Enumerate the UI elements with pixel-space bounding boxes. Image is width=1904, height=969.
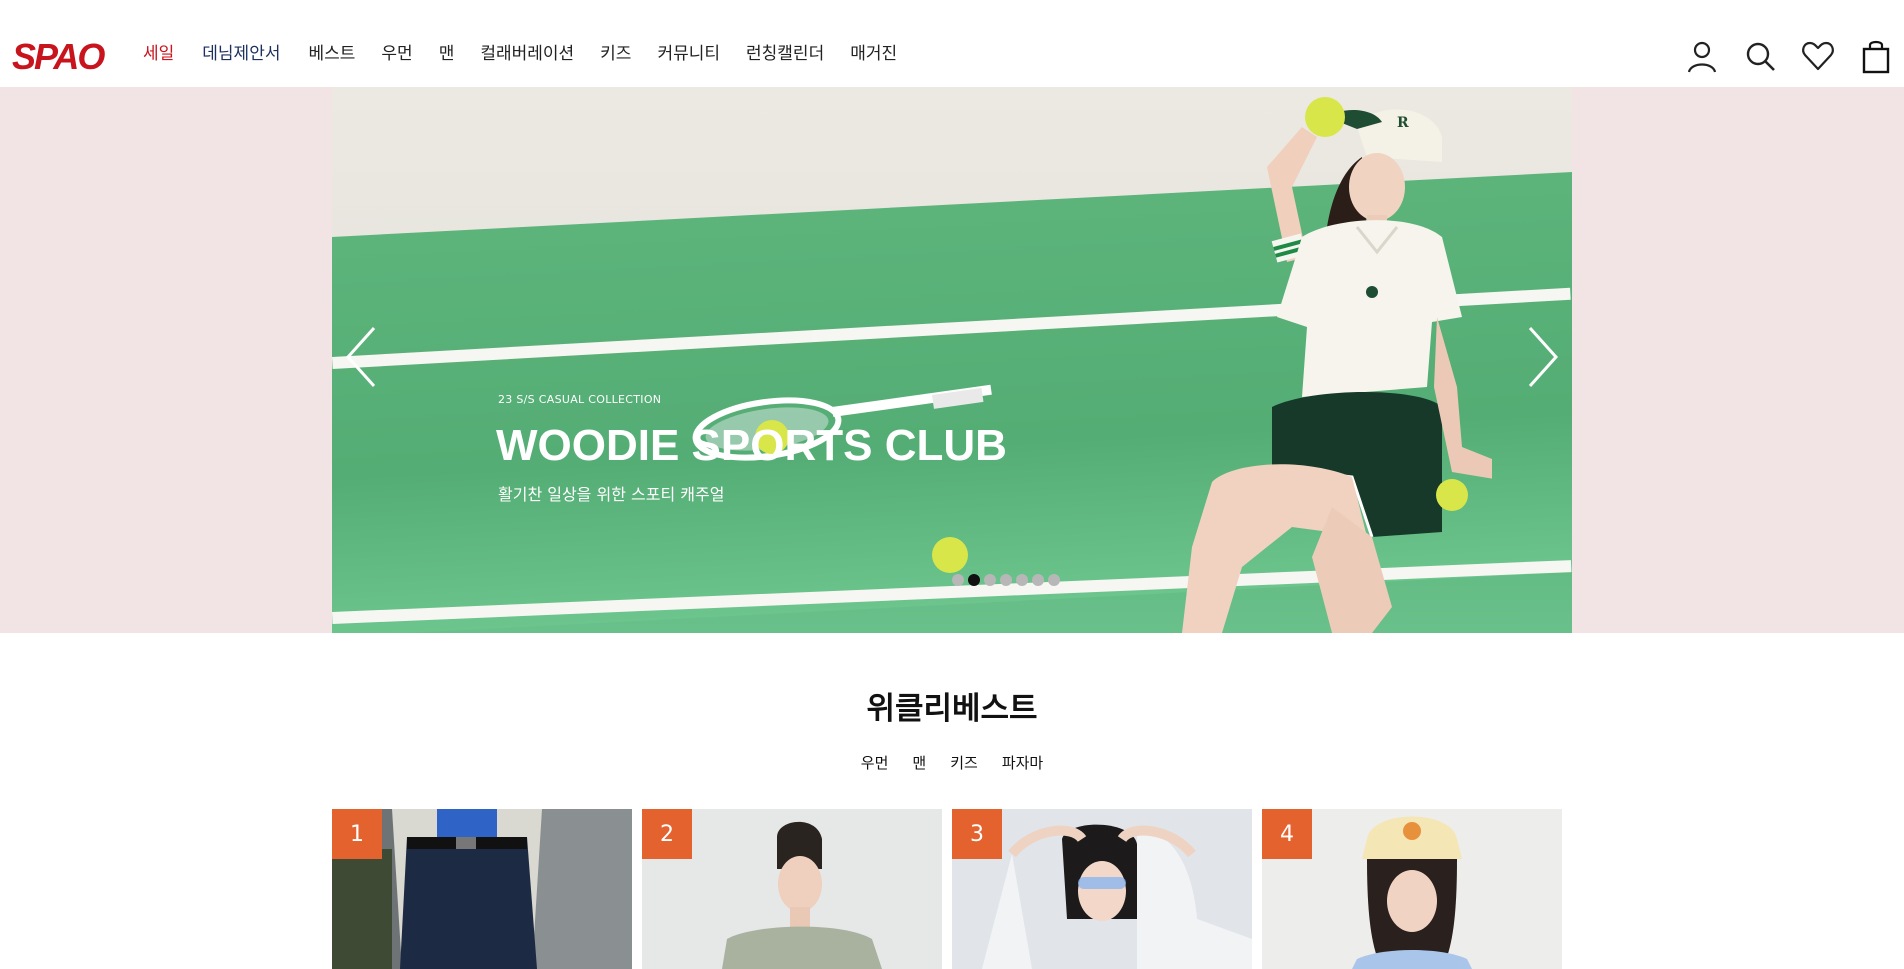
- shopping-bag-icon[interactable]: [1858, 38, 1894, 74]
- product-list: 1 2 3 4: [332, 809, 1562, 969]
- product-card-2[interactable]: 2: [642, 809, 942, 969]
- tab-kids[interactable]: 키즈: [950, 752, 978, 773]
- rank-badge: 4: [1262, 809, 1312, 859]
- nav-item-sale[interactable]: 세일: [143, 43, 174, 65]
- carousel-next-arrow-icon[interactable]: [1524, 322, 1564, 392]
- hero-subtitle: 23 S/S CASUAL COLLECTION: [498, 393, 662, 406]
- nav-item-denim[interactable]: 데님제안서: [202, 43, 280, 65]
- site-header: SPAO 세일 데님제안서 베스트 우먼 맨 컬래버레이션 키즈 커뮤니티 런칭…: [0, 0, 1904, 87]
- main-nav: 세일 데님제안서 베스트 우먼 맨 컬래버레이션 키즈 커뮤니티 런칭캘린더 매…: [143, 43, 897, 65]
- nav-item-women[interactable]: 우먼: [381, 43, 412, 65]
- brand-logo[interactable]: SPAO: [12, 37, 105, 77]
- nav-item-kids[interactable]: 키즈: [600, 43, 631, 65]
- rank-badge: 2: [642, 809, 692, 859]
- carousel-dot-6[interactable]: [1032, 574, 1044, 586]
- nav-item-men[interactable]: 맨: [439, 43, 455, 65]
- carousel-dot-2[interactable]: [968, 574, 980, 586]
- hero-description: 활기찬 일상을 위한 스포티 캐주얼: [498, 485, 725, 504]
- product-card-1[interactable]: 1: [332, 809, 632, 969]
- weekly-best-tabs: 우먼 맨 키즈 파자마: [0, 752, 1904, 773]
- carousel-dot-4[interactable]: [1000, 574, 1012, 586]
- section-title: 위클리베스트: [866, 691, 1038, 727]
- hero-title: WOODIE SPORTS CLUB: [496, 421, 1007, 470]
- nav-item-launch-calendar[interactable]: 런칭캘린더: [746, 43, 824, 65]
- header-icons: [1684, 38, 1904, 78]
- nav-item-magazine[interactable]: 매거진: [850, 43, 897, 65]
- nav-item-community[interactable]: 커뮤니티: [657, 43, 720, 65]
- carousel-dot-3[interactable]: [984, 574, 996, 586]
- hero-model-image: R: [1182, 97, 1492, 633]
- tennis-ball-icon: [932, 537, 968, 573]
- nav-item-collaboration[interactable]: 컬래버레이션: [480, 43, 574, 65]
- search-icon[interactable]: [1742, 38, 1778, 74]
- product-card-4[interactable]: 4: [1262, 809, 1562, 969]
- carousel-dot-1[interactable]: [952, 574, 964, 586]
- carousel-dot-5[interactable]: [1016, 574, 1028, 586]
- nav-item-best[interactable]: 베스트: [308, 43, 355, 65]
- carousel-pagination: [952, 574, 1060, 586]
- svg-text:R: R: [1397, 115, 1409, 131]
- tab-men[interactable]: 맨: [912, 752, 926, 773]
- carousel-dot-7[interactable]: [1048, 574, 1060, 586]
- tab-pajama[interactable]: 파자마: [1002, 752, 1043, 773]
- heart-icon[interactable]: [1800, 38, 1836, 74]
- rank-badge: 1: [332, 809, 382, 859]
- product-card-3[interactable]: 3: [952, 809, 1252, 969]
- user-icon[interactable]: [1684, 38, 1720, 74]
- hero-carousel[interactable]: R 23 S/S CASUAL COLLECTION WOODIE SPORTS…: [332, 87, 1572, 633]
- rank-badge: 3: [952, 809, 1002, 859]
- carousel-prev-arrow-icon[interactable]: [340, 322, 380, 392]
- tab-women[interactable]: 우먼: [861, 752, 889, 773]
